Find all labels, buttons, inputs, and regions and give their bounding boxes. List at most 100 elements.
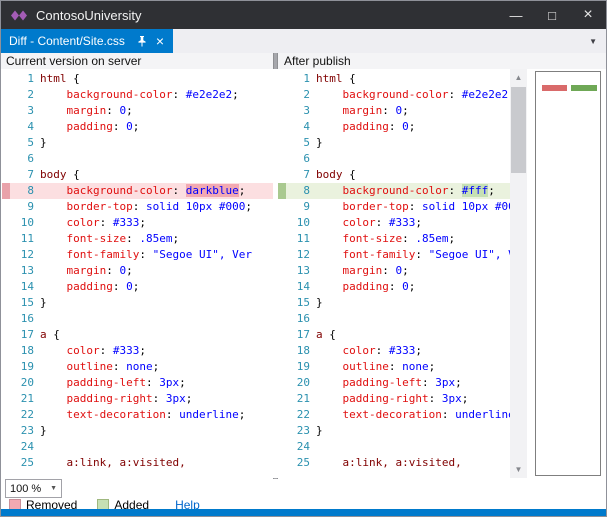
code-line[interactable]: 8 background-color: #fff; [278, 183, 510, 199]
code-line[interactable]: 20 padding-left: 3px; [278, 375, 510, 391]
gutter-marker [2, 407, 10, 423]
code-line[interactable]: 18 color: #333; [2, 343, 273, 359]
code-line[interactable]: 17a { [278, 327, 510, 343]
code-line[interactable]: 21 padding-right: 3px; [2, 391, 273, 407]
code-line[interactable]: 2 background-color: #e2e2e2; [2, 87, 273, 103]
scrollbar-thumb[interactable] [511, 87, 526, 173]
code-line[interactable]: 4 padding: 0; [2, 119, 273, 135]
line-number: 20 [10, 375, 40, 391]
line-number: 23 [10, 423, 40, 439]
code-line[interactable]: 25 a:link, a:visited, [278, 455, 510, 471]
code-line[interactable]: 19 outline: none; [2, 359, 273, 375]
diff-overview-map[interactable] [535, 71, 601, 476]
zoom-dropdown-icon: ▼ [50, 485, 57, 492]
code-line[interactable]: 15} [2, 295, 273, 311]
code-line[interactable]: 16 [2, 311, 273, 327]
code-line[interactable]: 12 font-family: "Segoe UI", Ver [278, 247, 510, 263]
code-text: color: #333; [40, 215, 273, 231]
code-line[interactable]: 25 a:link, a:visited, [2, 455, 273, 471]
tab-diff-site-css[interactable]: Diff - Content/Site.css × [1, 29, 173, 53]
code-line[interactable]: 7body { [2, 167, 273, 183]
code-line[interactable]: 23} [2, 423, 273, 439]
zoom-selector[interactable]: 100 % ▼ [5, 479, 62, 498]
vertical-scrollbar[interactable]: ▲ ▼ [510, 69, 527, 478]
tab-close-icon[interactable]: × [156, 34, 164, 48]
close-button[interactable]: × [570, 1, 606, 29]
line-number: 4 [10, 119, 40, 135]
code-line[interactable]: 18 color: #333; [278, 343, 510, 359]
line-number: 19 [286, 359, 316, 375]
code-line[interactable]: 24 [278, 439, 510, 455]
gutter-marker [2, 263, 10, 279]
code-text: } [40, 423, 273, 439]
code-line[interactable]: 14 padding: 0; [278, 279, 510, 295]
code-line[interactable]: 13 margin: 0; [278, 263, 510, 279]
code-text [40, 439, 273, 455]
code-line[interactable]: 5} [278, 135, 510, 151]
code-line[interactable]: 5} [2, 135, 273, 151]
code-line[interactable]: 10 color: #333; [2, 215, 273, 231]
gutter-marker [278, 103, 286, 119]
scroll-up-icon[interactable]: ▲ [510, 69, 527, 86]
line-number: 8 [286, 183, 316, 199]
gutter-marker [278, 343, 286, 359]
code-text: color: #333; [316, 343, 510, 359]
code-line[interactable]: 1html { [2, 71, 273, 87]
code-line[interactable]: 23} [278, 423, 510, 439]
code-line[interactable]: 20 padding-left: 3px; [2, 375, 273, 391]
code-line[interactable]: 19 outline: none; [278, 359, 510, 375]
gutter-marker [278, 71, 286, 87]
gutter-marker [2, 103, 10, 119]
window-title: ContosoUniversity [36, 8, 142, 23]
code-text: font-size: .85em; [40, 231, 273, 247]
code-text: margin: 0; [316, 263, 510, 279]
code-line[interactable]: 22 text-decoration: underline; [278, 407, 510, 423]
code-line[interactable]: 1html { [278, 71, 510, 87]
code-line[interactable]: 12 font-family: "Segoe UI", Ver [2, 247, 273, 263]
line-number: 6 [10, 151, 40, 167]
code-line[interactable]: 15} [278, 295, 510, 311]
line-number: 12 [10, 247, 40, 263]
code-line[interactable]: 9 border-top: solid 10px #000; [2, 199, 273, 215]
code-text: } [40, 295, 273, 311]
code-line[interactable]: 21 padding-right: 3px; [278, 391, 510, 407]
maximize-button[interactable]: □ [534, 1, 570, 29]
gutter-marker [278, 391, 286, 407]
minimize-button[interactable]: — [498, 1, 534, 29]
code-line[interactable]: 4 padding: 0; [278, 119, 510, 135]
code-text: padding: 0; [316, 119, 510, 135]
gutter-marker [278, 359, 286, 375]
code-text [316, 311, 510, 327]
code-line[interactable]: 9 border-top: solid 10px #000; [278, 199, 510, 215]
gutter-marker [2, 279, 10, 295]
window-controls: — □ × [498, 1, 606, 29]
code-line[interactable]: 8 background-color: darkblue; [2, 183, 273, 199]
code-text: padding-right: 3px; [316, 391, 510, 407]
code-line[interactable]: 6 [278, 151, 510, 167]
code-line[interactable]: 10 color: #333; [278, 215, 510, 231]
code-line[interactable]: 2 background-color: #e2e2e2; [278, 87, 510, 103]
tab-label: Diff - Content/Site.css [9, 34, 125, 48]
pin-icon[interactable] [137, 36, 147, 47]
code-line[interactable]: 6 [2, 151, 273, 167]
gutter-marker [278, 151, 286, 167]
code-line[interactable]: 11 font-size: .85em; [2, 231, 273, 247]
line-number: 3 [286, 103, 316, 119]
gutter-marker [2, 295, 10, 311]
code-text: margin: 0; [40, 103, 273, 119]
code-line[interactable]: 11 font-size: .85em; [278, 231, 510, 247]
code-line[interactable]: 16 [278, 311, 510, 327]
code-text: } [316, 135, 510, 151]
document-list-dropdown-icon[interactable]: ▼ [589, 37, 597, 46]
overview-removed-mark [542, 85, 567, 91]
code-line[interactable]: 3 margin: 0; [278, 103, 510, 119]
code-line[interactable]: 22 text-decoration: underline; [2, 407, 273, 423]
code-line[interactable]: 24 [2, 439, 273, 455]
code-line[interactable]: 14 padding: 0; [2, 279, 273, 295]
scroll-down-icon[interactable]: ▼ [510, 461, 527, 478]
code-line[interactable]: 17a { [2, 327, 273, 343]
code-line[interactable]: 3 margin: 0; [2, 103, 273, 119]
code-line[interactable]: 7body { [278, 167, 510, 183]
code-line[interactable]: 13 margin: 0; [2, 263, 273, 279]
tab-strip: Diff - Content/Site.css × ▼ [1, 29, 606, 53]
